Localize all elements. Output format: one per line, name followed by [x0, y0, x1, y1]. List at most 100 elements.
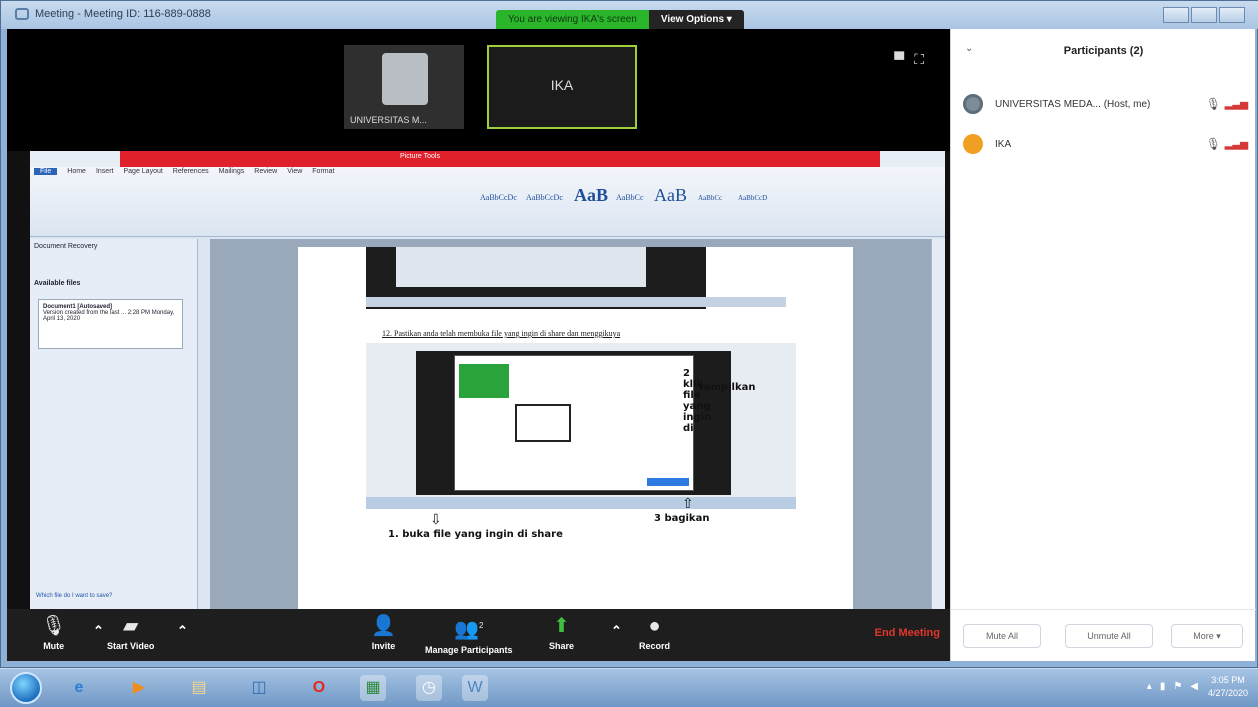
clock-app-icon[interactable]: ◷ — [416, 675, 442, 701]
arrow-up-icon: ⇧ — [682, 495, 694, 511]
action-center-icon[interactable]: ⚑ — [1173, 681, 1190, 692]
shared-screen: Picture Tools File Home Insert Page Layo… — [30, 151, 945, 609]
style-normal: AaBbCcDc — [480, 193, 517, 202]
more-button[interactable]: More ▾ — [1171, 624, 1243, 648]
opera-browser-icon[interactable]: O — [306, 675, 332, 701]
ribbon-tab-references: References — [172, 168, 209, 175]
step-instruction: 12. Pastikan anda telah membuka file yan… — [382, 329, 621, 338]
screenshot-share-dialog: 2 klik file yang ingin di tampilkan — [454, 355, 755, 491]
participant-name: UNIVERSITAS MEDA... (Host, me) — [995, 98, 1151, 110]
annotation-share: 3 bagikan — [654, 513, 710, 524]
ribbon-tab-page-layout: Page Layout — [123, 168, 163, 175]
zoom-window: Meeting - Meeting ID: 116-889-0888 You a… — [0, 0, 1258, 668]
invite-button[interactable]: 👤 Invite — [371, 615, 396, 651]
mute-button[interactable]: 🎙 Mute — [41, 615, 66, 651]
participants-panel: ⌄ Participants (2) UNIVERSITAS MEDA... (… — [950, 29, 1256, 661]
maximize-button[interactable] — [1191, 7, 1217, 23]
style-no-spacing: AaBbCcDc — [526, 193, 563, 202]
media-player-icon[interactable]: ▶ — [126, 675, 152, 701]
participant-row[interactable]: IKA 🎙 ▂▃▅ — [963, 131, 1248, 157]
share-options-caret-icon[interactable]: ⌃ — [611, 623, 622, 639]
minimize-button[interactable] — [1163, 7, 1189, 23]
close-button[interactable] — [1219, 7, 1245, 23]
picture-tools-label: Picture Tools — [400, 153, 440, 160]
system-clock[interactable]: 3:05 PM 4/27/2020 — [1208, 674, 1248, 700]
window-title: Meeting - Meeting ID: 116-889-0888 — [35, 8, 211, 20]
document-recovery-header: Document Recovery — [34, 243, 98, 250]
volume-icon[interactable]: ◀ — [1190, 681, 1206, 692]
meeting-toolbar: 🎙 Mute ⌃ ▰ Start Video ⌃ 👤 Invite 👥2 Man… — [7, 609, 950, 661]
file-explorer-icon[interactable]: ▤ — [186, 675, 212, 701]
mute-all-button[interactable]: Mute All — [963, 624, 1041, 648]
screenshot-taskbar-top — [366, 297, 786, 307]
participant-name: IKA — [995, 138, 1012, 150]
zoom-taskbar-icon[interactable]: ◫ — [246, 675, 272, 701]
style-subtitle: AaBbCc — [698, 194, 723, 202]
show-hidden-icons-icon[interactable]: ▴ — [1147, 681, 1160, 692]
start-video-button[interactable]: ▰ Start Video — [107, 615, 154, 651]
participants-title: Participants (2) — [1063, 45, 1144, 57]
zoom-app-icon — [15, 8, 29, 20]
video-tile-host[interactable]: UNIVERSITAS M... — [344, 45, 464, 129]
paint-icon[interactable]: ▦ — [360, 675, 386, 701]
participant-row[interactable]: UNIVERSITAS MEDA... (Host, me) 🎙 ▂▃▅ — [963, 91, 1248, 117]
screenshot-taskbar — [366, 497, 796, 509]
window-controls — [1163, 7, 1245, 23]
video-tile-name: UNIVERSITAS M... — [350, 115, 427, 125]
ribbon-tab-insert: Insert — [95, 168, 114, 175]
annotation-click-file: 2 klik file yang ingin di — [683, 368, 712, 434]
participants-count: 2 — [478, 621, 484, 630]
recovered-file-item: Document1 [Autosaved] Version created fr… — [38, 299, 183, 349]
start-button[interactable] — [10, 672, 42, 704]
fullscreen-icon[interactable]: ⛶ — [914, 51, 934, 67]
recovered-file-detail: Version created from the last ... 2:28 P… — [43, 310, 175, 322]
microphone-icon[interactable]: 🎙 — [1206, 97, 1221, 111]
invite-icon: 👤 — [371, 615, 396, 637]
microphone-icon: 🎙 — [41, 615, 67, 637]
ribbon-tab-review: Review — [254, 168, 278, 175]
annotation-click-file-2: tampilkan — [699, 382, 756, 393]
end-meeting-button[interactable]: End Meeting — [875, 627, 940, 639]
signal-strength-icon: ▂▃▅ — [1224, 98, 1248, 110]
document-page: 12. Pastikan anda telah membuka file yan… — [298, 247, 853, 609]
audio-options-caret-icon[interactable]: ⌃ — [93, 623, 104, 639]
clock-time: 3:05 PM — [1211, 675, 1245, 685]
avatar — [963, 134, 983, 154]
unmute-all-button[interactable]: Unmute All — [1065, 624, 1153, 648]
avatar — [963, 94, 983, 114]
internet-explorer-icon[interactable]: e — [66, 675, 92, 701]
network-icon[interactable]: ▮ — [1160, 681, 1174, 692]
record-button[interactable]: ● Record — [639, 615, 670, 651]
video-off-icon: ▰ — [122, 615, 139, 637]
signal-strength-icon: ▂▃▅ — [1224, 138, 1248, 150]
video-tile-ika[interactable]: IKA — [487, 45, 637, 129]
manage-participants-button[interactable]: 👥2 Manage Participants — [425, 615, 513, 655]
ribbon-tabs: File Home Insert Page Layout References … — [34, 168, 334, 175]
word-ribbon: File Home Insert Page Layout References … — [30, 167, 945, 237]
ribbon-tab-mailings: Mailings — [218, 168, 245, 175]
word-taskbar-icon[interactable]: W — [462, 675, 488, 701]
arrow-down-icon: ⇩ — [430, 511, 442, 527]
clock-date: 4/27/2020 — [1207, 688, 1248, 698]
share-screen-icon: ⬆ — [553, 615, 570, 637]
participants-icon: 👥2 — [454, 618, 484, 641]
screenshot-desktop-thumb — [459, 364, 509, 398]
ribbon-tab-format: Format — [312, 168, 335, 175]
annotation-highlight-bar — [120, 151, 880, 167]
available-files-label: Available files — [34, 280, 81, 287]
ribbon-tab-view: View — [287, 168, 303, 175]
record-icon: ● — [648, 615, 661, 637]
style-title: AaB — [654, 185, 687, 205]
microphone-icon[interactable]: 🎙 — [1206, 137, 1221, 151]
avatar-placeholder-icon — [382, 53, 428, 105]
share-button[interactable]: ⬆ Share — [549, 615, 574, 651]
style-subtle-emphasis: AaBbCcD — [738, 194, 768, 202]
start-video-label: Start Video — [107, 641, 155, 651]
annotation-open-file: 1. buka file yang ingin di share — [388, 529, 563, 540]
video-options-caret-icon[interactable]: ⌃ — [177, 623, 188, 639]
gallery-view-icon[interactable]: ▀ — [894, 51, 914, 67]
ribbon-tab-home: Home — [67, 168, 86, 175]
style-heading-1: AaB — [574, 185, 609, 205]
word-title-bar: Picture Tools — [30, 151, 945, 167]
meeting-area: UNIVERSITAS M... IKA ▀⛶ Picture Tools Fi… — [7, 29, 950, 661]
